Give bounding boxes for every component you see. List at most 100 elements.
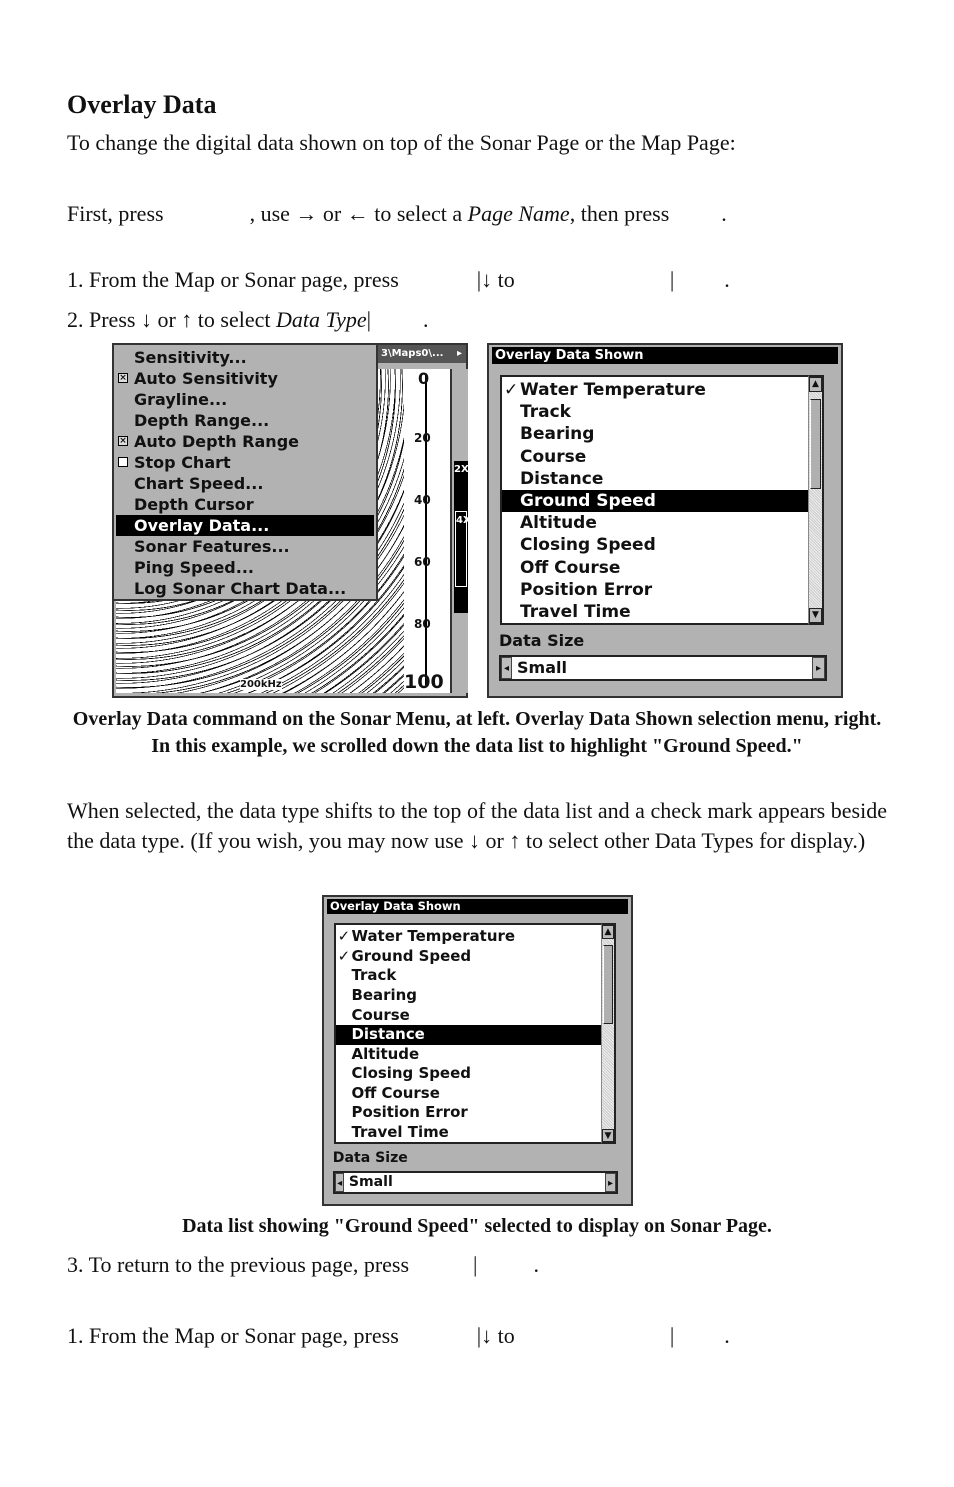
data-type-item[interactable]: Track (502, 401, 808, 423)
zoom-2x[interactable]: 2X (454, 461, 469, 475)
data-type-item[interactable]: Altitude (336, 1045, 602, 1065)
data-type-list[interactable]: ✓ Water Temperature Track Bearing Course Dist… (500, 375, 808, 626)
checkbox-checked-icon[interactable]: × (118, 373, 128, 383)
data-type-label: Travel Time (351, 1122, 449, 1141)
data-size-selector[interactable]: ◂ Small ▸ (499, 655, 827, 682)
data-type-label: Distance (351, 1025, 425, 1044)
data-type-item[interactable]: Travel Time (336, 1123, 602, 1143)
first-step: First, press , use → or ← to select a Pag… (67, 199, 887, 229)
scroll-down-icon[interactable]: ▼ (602, 1129, 614, 1143)
step-a1-text: 1. From the Map or Sonar page, press (67, 267, 399, 292)
menu-item-label: Auto Depth Range (134, 432, 299, 451)
data-type-item[interactable]: ✓ Water Temperature (502, 379, 808, 401)
scroll-down-icon[interactable]: ▼ (809, 608, 822, 624)
zoom-bar[interactable]: 2X 4X (450, 369, 471, 693)
zoom-4x[interactable]: 4X (455, 511, 471, 587)
size-left-arrow-icon[interactable]: ◂ (334, 1172, 345, 1192)
path-arrow-icon: ▸ (456, 348, 462, 359)
list-scrollbar[interactable]: ▲ ▼ (808, 375, 824, 626)
step-b1: 1. From the Map or Sonar page, press |↓ t… (67, 1321, 887, 1351)
check-mark-icon: ✓ (504, 380, 519, 400)
depth-label: 20 (414, 431, 431, 445)
dialog-title: Overlay Data Shown (492, 347, 838, 364)
step-a1: 1. From the Map or Sonar page, press |↓ t… (67, 265, 887, 295)
data-type-item[interactable]: Distance (335, 1025, 602, 1045)
data-type-item[interactable]: Course (336, 1006, 602, 1026)
menu-item-auto-depth-range[interactable]: × Auto Depth Range (114, 431, 376, 452)
step-a1-mid: |↓ to (476, 267, 515, 292)
menu-item-sensitivity[interactable]: Sensitivity... (114, 347, 376, 368)
scroll-thumb[interactable] (603, 944, 613, 1025)
data-type-item[interactable]: Closing Speed (502, 534, 808, 556)
data-type-item[interactable]: Bearing (502, 423, 808, 445)
step-b1-mid: |↓ to (476, 1323, 515, 1348)
map-path-text: 3\Maps0\... (381, 348, 444, 359)
data-type-item[interactable]: Off Course (336, 1084, 602, 1104)
checkbox-unchecked-icon[interactable] (118, 457, 128, 467)
depth-scale: 0 20 40 60 80 100 (404, 369, 450, 693)
data-type-label: Bearing (520, 424, 595, 445)
data-size-label: Data Size (332, 1149, 408, 1166)
step-3-text: 3. To return to the previous page, press (67, 1252, 410, 1277)
data-type-label: Water Temperature (520, 380, 706, 400)
data-type-item[interactable]: ✓ Water Temperature (336, 927, 602, 947)
step-a2: 2. Press ↓ or ↑ to select Data Type|. (67, 305, 887, 335)
data-type-item[interactable]: Altitude (502, 512, 808, 534)
menu-item-label: Depth Cursor (134, 495, 254, 514)
data-size-selector[interactable]: ◂ Small ▸ (332, 1170, 619, 1194)
size-right-arrow-icon[interactable]: ▸ (604, 1172, 617, 1192)
menu-item-grayline[interactable]: Grayline... (114, 389, 376, 410)
scroll-up-icon[interactable]: ▲ (602, 925, 614, 939)
size-left-arrow-icon[interactable]: ◂ (501, 657, 512, 680)
depth-scale-line (425, 375, 427, 685)
size-right-arrow-icon[interactable]: ▸ (812, 657, 825, 680)
data-type-item[interactable]: Ground Speed (502, 489, 808, 513)
data-type-item[interactable]: Closing Speed (336, 1064, 602, 1084)
menu-item-chart-speed[interactable]: Chart Speed... (114, 473, 376, 494)
step-a1-sep: | (669, 267, 675, 292)
data-type-label: Course (351, 1005, 410, 1024)
first-step-post: , then press (569, 201, 670, 226)
step-3-sep: | (473, 1252, 478, 1277)
checkbox-checked-icon[interactable]: × (118, 436, 128, 446)
menu-item-log-sonar-chart-data[interactable]: Log Sonar Chart Data... (114, 578, 376, 599)
scroll-up-icon[interactable]: ▲ (809, 377, 822, 392)
menu-item-ping-speed[interactable]: Ping Speed... (114, 557, 376, 578)
data-type-label: Track (520, 402, 571, 423)
data-type-item[interactable]: Travel Time (502, 601, 808, 623)
dialog-title: Overlay Data Shown (327, 899, 628, 914)
data-type-label: Closing Speed (520, 535, 656, 556)
step-3: 3. To return to the previous page, press… (67, 1250, 887, 1280)
data-type-item[interactable]: Course (502, 446, 808, 468)
map-path-bar: 3\Maps0\... ▸ (378, 345, 466, 363)
data-type-label: Distance (520, 468, 604, 489)
scroll-thumb[interactable] (810, 399, 821, 490)
menu-item-depth-range[interactable]: Depth Range... (114, 410, 376, 431)
menu-item-label: Grayline... (134, 390, 228, 409)
step-a2-sep: | (366, 307, 372, 332)
step-a2-text: 2. Press ↓ or ↑ to select (67, 307, 276, 332)
data-type-item[interactable]: Track (336, 966, 602, 986)
data-type-item[interactable]: ✓ Ground Speed (336, 947, 602, 967)
data-type-item[interactable]: Position Error (502, 579, 808, 601)
data-type-item[interactable]: Off Course (502, 557, 808, 579)
data-type-list[interactable]: ✓ Water Temperature ✓ Ground Speed Track Bear… (333, 923, 602, 1145)
sonar-menu: Sensitivity... × Auto Sensitivity Grayline.… (114, 345, 378, 601)
zoom-track: 2X 4X (454, 461, 471, 613)
menu-item-depth-cursor[interactable]: Depth Cursor (114, 494, 376, 515)
frequency-label: 200kHz (240, 679, 282, 690)
menu-item-label: Chart Speed... (134, 474, 264, 493)
data-type-label: Water Temperature (351, 927, 515, 946)
menu-item-sonar-features[interactable]: Sonar Features... (114, 536, 376, 557)
data-type-item[interactable]: Position Error (336, 1103, 602, 1123)
data-type-item[interactable]: Distance (502, 468, 808, 490)
first-step-mid: , use → or ← to select a (249, 201, 468, 226)
menu-item-overlay-data[interactable]: Overlay Data... (116, 515, 374, 536)
data-type-label: Altitude (520, 513, 597, 534)
menu-item-auto-sensitivity[interactable]: × Auto Sensitivity (114, 368, 376, 389)
figure-caption: Data list showing "Ground Speed" selecte… (182, 1215, 772, 1237)
menu-item-stop-chart[interactable]: Stop Chart (114, 452, 376, 473)
list-scrollbar[interactable]: ▲ ▼ (601, 923, 616, 1145)
data-type-label: Travel Time (520, 601, 631, 622)
data-type-item[interactable]: Bearing (336, 986, 602, 1006)
